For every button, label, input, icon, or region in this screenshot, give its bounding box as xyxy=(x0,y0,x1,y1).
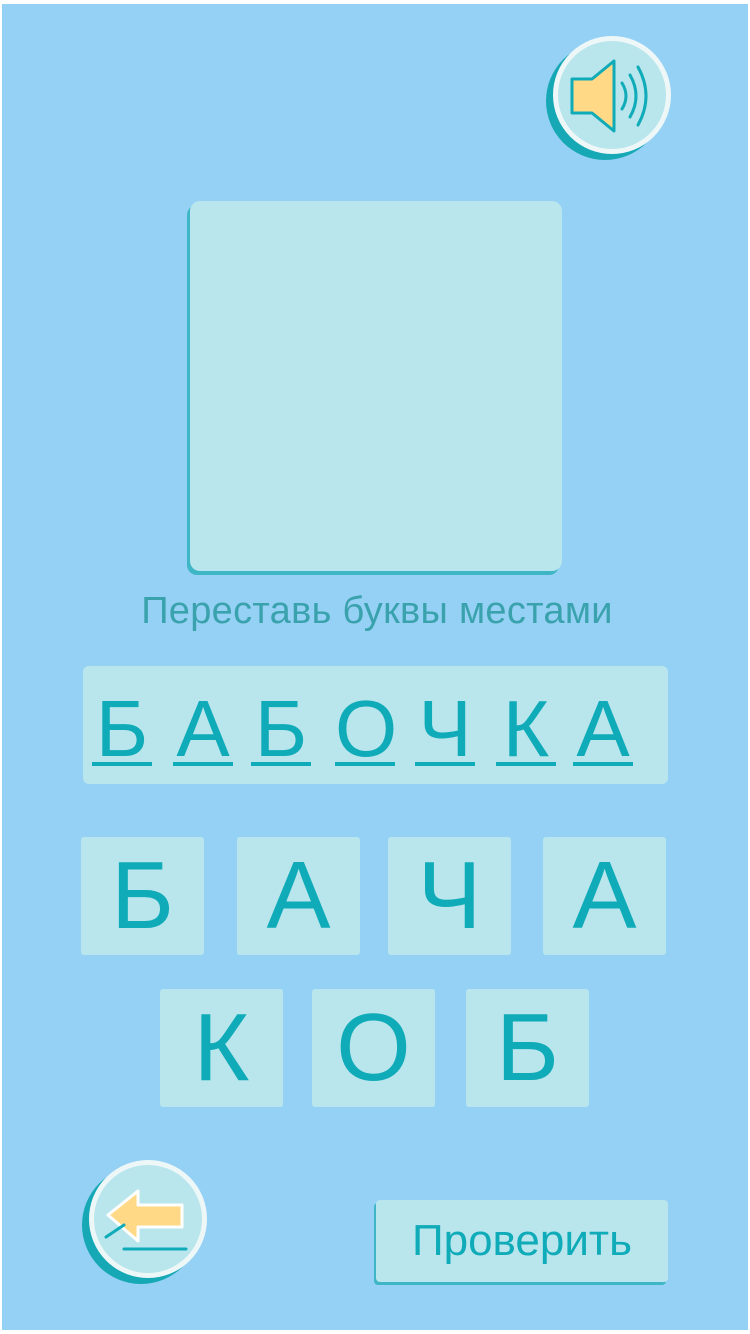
sound-button[interactable] xyxy=(553,36,671,154)
instruction-text: Переставь буквы местами xyxy=(141,590,613,632)
letter-tile[interactable]: О xyxy=(312,989,435,1107)
answer-slot[interactable]: К xyxy=(496,684,556,774)
letter-tile[interactable]: Ч xyxy=(388,837,511,955)
letter-tile[interactable]: К xyxy=(160,989,283,1107)
back-button[interactable] xyxy=(89,1160,207,1278)
slot-underline xyxy=(251,762,311,766)
slot-underline xyxy=(173,762,233,766)
letter-tile[interactable]: А xyxy=(237,837,360,955)
word-picture xyxy=(190,201,562,571)
answer-slot[interactable]: Б xyxy=(92,684,152,774)
slot-underline xyxy=(573,762,633,766)
letter-tile[interactable]: А xyxy=(543,837,666,955)
answer-slot[interactable]: Ч xyxy=(415,684,475,774)
check-button[interactable]: Проверить xyxy=(376,1200,668,1282)
back-arrow-icon xyxy=(104,1189,188,1251)
answer-slot[interactable]: А xyxy=(173,684,233,774)
letter-tile[interactable]: Б xyxy=(81,837,204,955)
slot-underline xyxy=(496,762,556,766)
game-screen: Переставь буквы местами Б А Б О Ч К А Б … xyxy=(2,4,748,1330)
answer-slot[interactable]: Б xyxy=(251,684,311,774)
answer-slot[interactable]: О xyxy=(335,684,397,774)
slot-underline xyxy=(415,762,475,766)
speaker-icon xyxy=(570,59,648,133)
answer-slot[interactable]: А xyxy=(573,684,633,774)
slot-underline xyxy=(335,762,395,766)
slot-underline xyxy=(92,762,152,766)
letter-tile[interactable]: Б xyxy=(466,989,589,1107)
